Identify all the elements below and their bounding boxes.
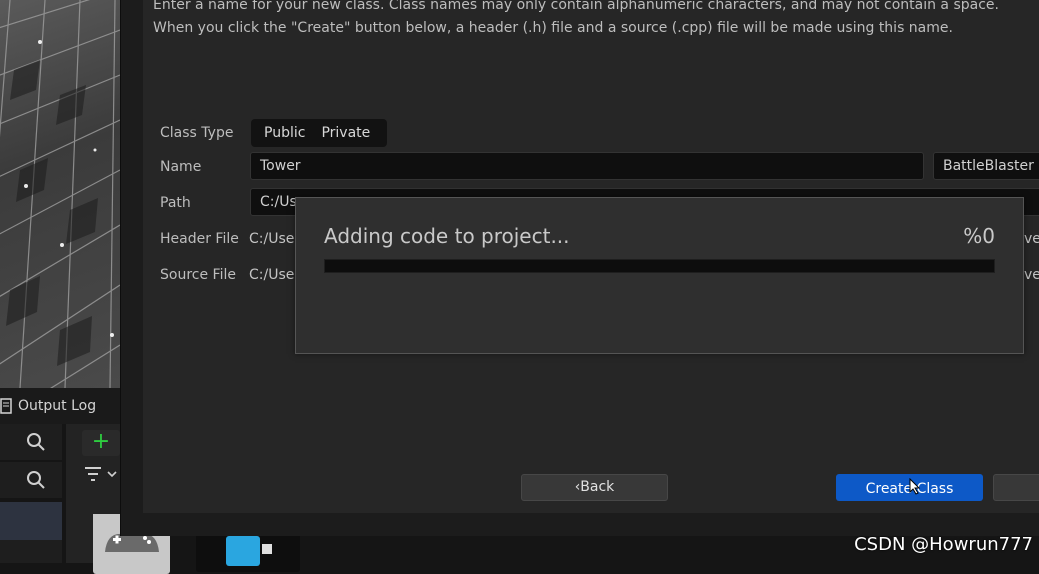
progress-title: Adding code to project... — [324, 224, 570, 248]
search-row[interactable] — [0, 424, 62, 460]
class-type-label: Class Type — [160, 125, 234, 141]
search-icon[interactable] — [26, 432, 46, 452]
path-label: Path — [160, 195, 191, 211]
back-button[interactable]: ‹Back — [521, 474, 668, 501]
header-file-value-end: ver — [1024, 231, 1039, 247]
grid-floor-graphic — [0, 0, 120, 388]
description-line: Enter a name for your new class. Class n… — [153, 0, 999, 13]
module-select[interactable]: BattleBlaster ( — [933, 152, 1039, 180]
description-line: When you click the "Create" button below… — [153, 20, 953, 36]
add-button[interactable]: + — [82, 430, 120, 456]
search-icon[interactable] — [26, 470, 46, 490]
source-file-value: C:/Use — [249, 267, 295, 283]
folder-row[interactable] — [0, 540, 62, 563]
dialog-description: Enter a name for your new class. Class n… — [153, 0, 999, 40]
level-viewport[interactable] — [0, 0, 120, 388]
progress-percent: %0 — [963, 224, 995, 248]
class-type-private-option[interactable]: Private — [313, 125, 378, 141]
class-type-toggle[interactable]: Public Private — [251, 119, 387, 147]
class-type-public-option[interactable]: Public — [251, 125, 313, 141]
source-file-label: Source File — [160, 267, 236, 283]
class-name-input[interactable]: Tower — [250, 152, 924, 180]
search-row[interactable] — [0, 462, 62, 498]
output-log-label: Output Log — [18, 398, 97, 414]
name-label: Name — [160, 159, 202, 175]
source-file-value-end: ver — [1024, 267, 1039, 283]
header-file-value: C:/Use — [249, 231, 295, 247]
watermark: CSDN @Howrun777 — [854, 534, 1033, 555]
back-button-label: Back — [580, 479, 615, 495]
header-file-label: Header File — [160, 231, 239, 247]
cancel-button[interactable] — [993, 474, 1039, 501]
log-icon — [0, 398, 12, 414]
plus-icon: + — [91, 429, 111, 454]
progress-bar — [324, 259, 995, 273]
output-log-tab[interactable]: Output Log — [0, 388, 120, 424]
filter-icon[interactable] — [84, 464, 120, 484]
selected-folder-row[interactable] — [0, 502, 62, 540]
progress-dialog: Adding code to project... %0 — [295, 197, 1024, 354]
mouse-cursor-icon — [909, 478, 921, 495]
